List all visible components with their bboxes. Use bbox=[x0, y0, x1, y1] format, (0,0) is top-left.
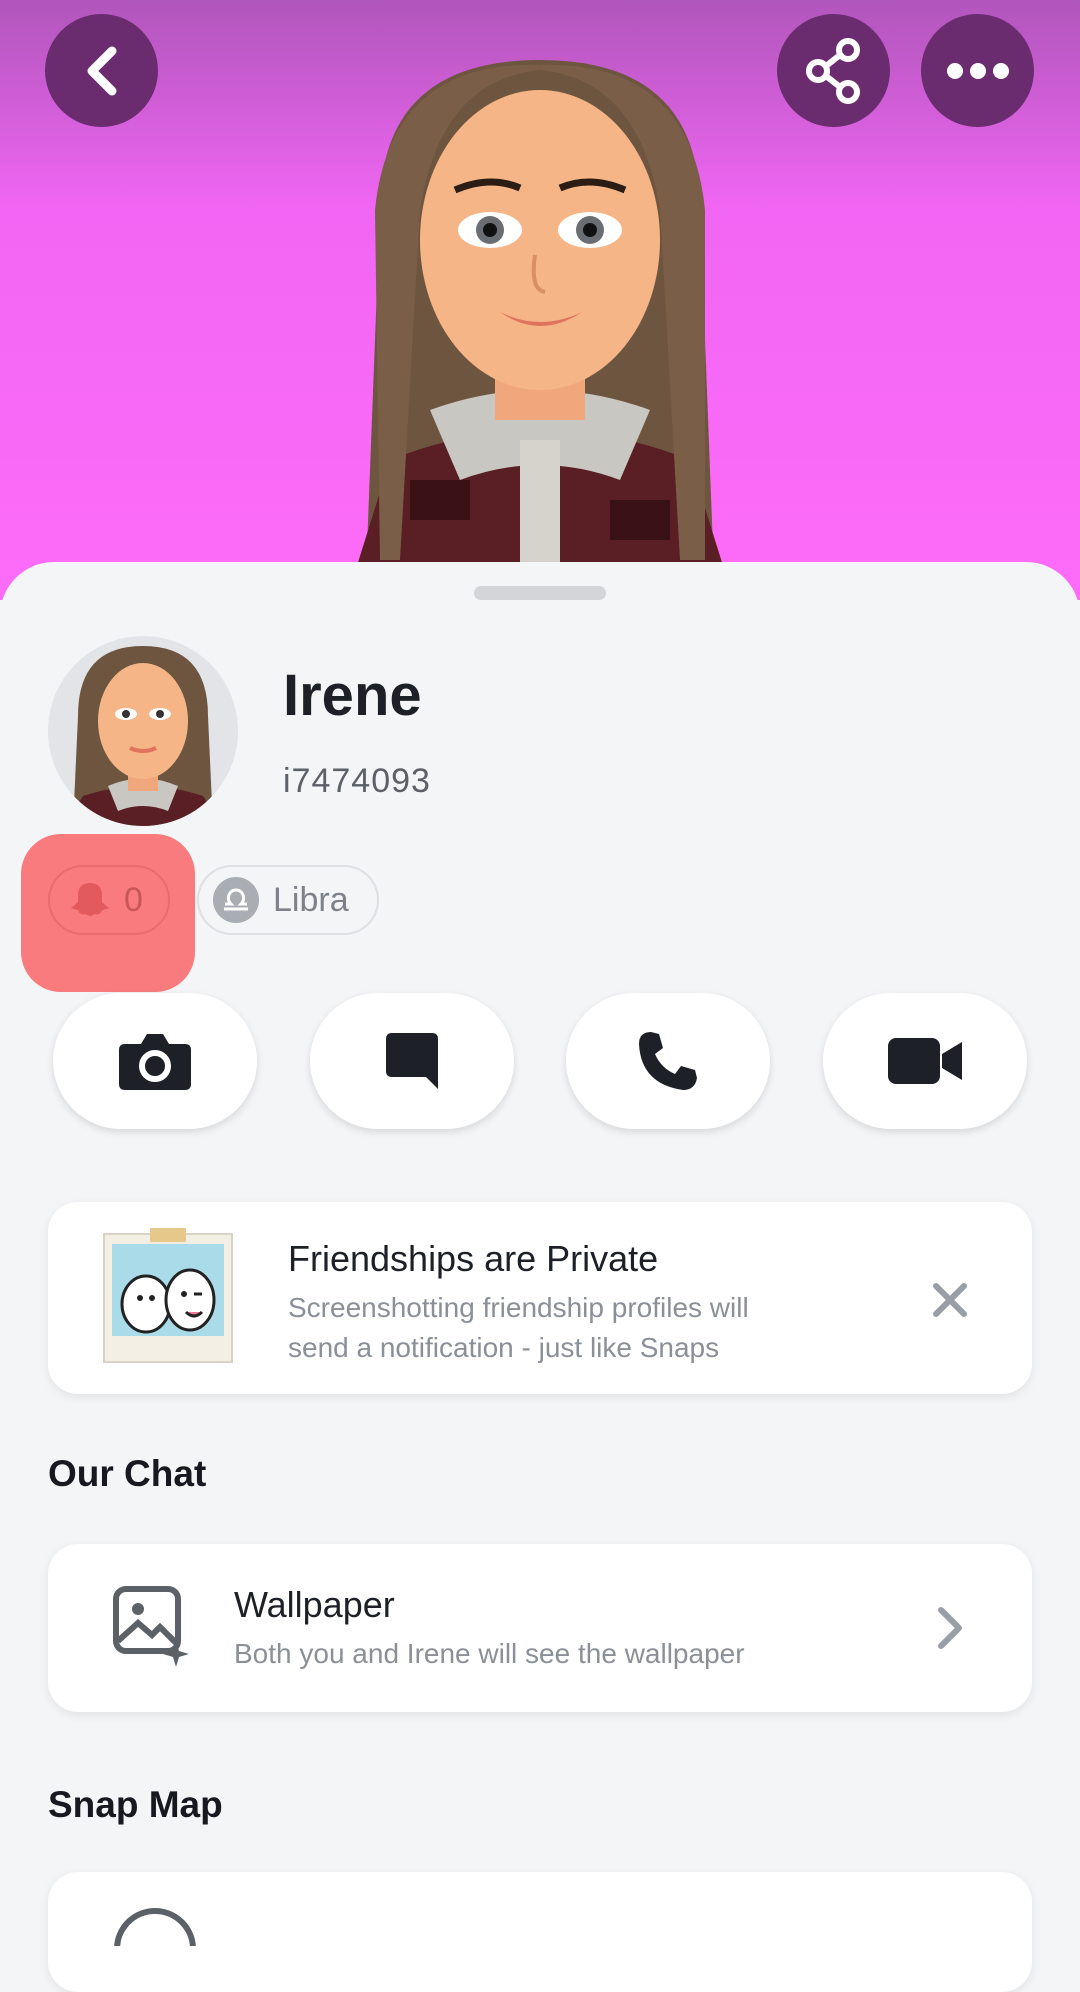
phone-icon bbox=[639, 1032, 697, 1090]
snap-map-card[interactable] bbox=[48, 1872, 1032, 1992]
friendships-private-card: Friendships are Private Screenshotting f… bbox=[48, 1202, 1032, 1394]
wallpaper-title: Wallpaper bbox=[234, 1584, 395, 1625]
camera-button[interactable] bbox=[53, 993, 257, 1129]
video-icon bbox=[888, 1038, 962, 1084]
our-chat-section-title: Our Chat bbox=[48, 1453, 207, 1494]
profile-username: i7474093 bbox=[283, 762, 431, 800]
wallpaper-subtitle: Both you and Irene will see the wallpape… bbox=[234, 1638, 745, 1669]
chevron-left-icon bbox=[87, 46, 116, 95]
libra-icon bbox=[213, 877, 259, 923]
snap-map-section-title: Snap Map bbox=[48, 1784, 223, 1825]
share-button[interactable] bbox=[777, 14, 890, 127]
ghost-icon bbox=[71, 883, 109, 916]
zodiac-label: Libra bbox=[273, 880, 349, 919]
wallpaper-row[interactable]: Wallpaper Both you and Irene will see th… bbox=[48, 1544, 1032, 1712]
profile-name: Irene bbox=[283, 663, 422, 728]
bitmoji-avatar-large bbox=[346, 60, 734, 600]
snapscore-badge[interactable]: 0 bbox=[48, 865, 170, 935]
drag-handle[interactable] bbox=[474, 586, 606, 600]
back-button[interactable] bbox=[45, 14, 158, 127]
location-icon bbox=[114, 1908, 196, 1946]
avatar[interactable] bbox=[48, 636, 238, 826]
privacy-card-title: Friendships are Private bbox=[288, 1238, 659, 1279]
chat-icon bbox=[386, 1033, 438, 1089]
call-button[interactable] bbox=[566, 993, 770, 1129]
profile-banner bbox=[0, 0, 1080, 600]
bitmoji-avatar-small bbox=[63, 646, 223, 826]
camera-icon bbox=[119, 1034, 191, 1090]
wallpaper-icon bbox=[113, 1586, 189, 1667]
video-call-button[interactable] bbox=[823, 993, 1027, 1129]
more-options-button[interactable] bbox=[921, 14, 1034, 127]
privacy-card-subtitle-line2: send a notification - just like Snaps bbox=[288, 1332, 720, 1363]
profile-sheet: Irene i7474093 0 Libra Friendships are P… bbox=[0, 562, 1080, 1992]
chat-button[interactable] bbox=[310, 993, 514, 1129]
privacy-card-subtitle-line1: Screenshotting friendship profiles will bbox=[288, 1292, 749, 1323]
more-horizontal-icon bbox=[946, 62, 1009, 79]
close-icon[interactable] bbox=[930, 1280, 970, 1320]
snapscore-value: 0 bbox=[124, 880, 143, 919]
polaroid-ghosts-icon bbox=[103, 1228, 233, 1363]
share-icon bbox=[805, 37, 860, 104]
chevron-right-icon bbox=[938, 1607, 962, 1649]
zodiac-badge[interactable]: Libra bbox=[197, 865, 379, 935]
